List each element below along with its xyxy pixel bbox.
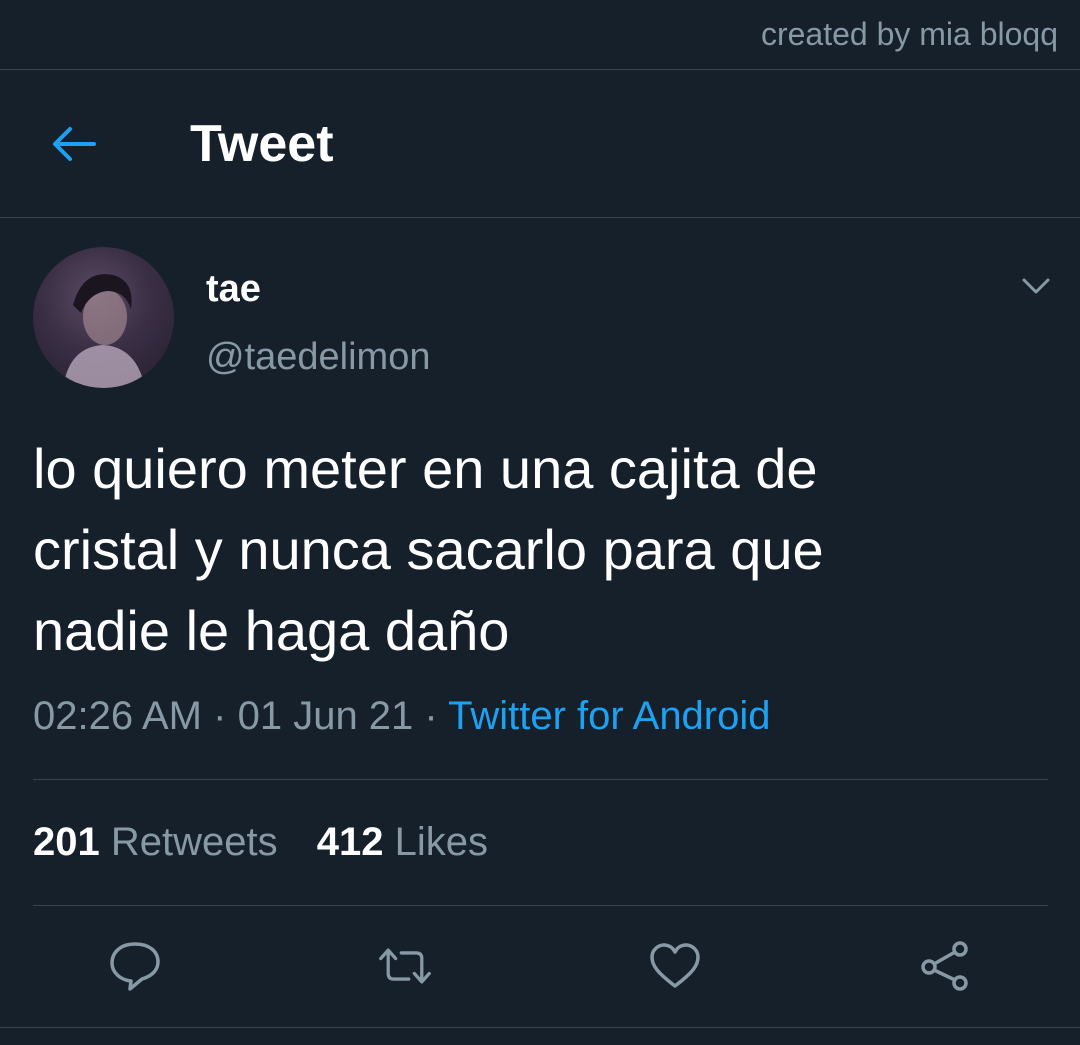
retweets-count: 201 bbox=[33, 820, 100, 864]
arrow-left-icon bbox=[53, 127, 96, 161]
retweet-icon bbox=[379, 948, 431, 984]
divider bbox=[33, 779, 1048, 780]
like-button[interactable] bbox=[647, 938, 703, 994]
author-name[interactable]: tae bbox=[206, 268, 261, 311]
author-handle[interactable]: @taedelimon bbox=[206, 336, 430, 379]
share-button[interactable] bbox=[917, 938, 973, 994]
chevron-down-icon bbox=[1022, 278, 1050, 294]
avatar[interactable] bbox=[33, 247, 174, 388]
retweets-label: Retweets bbox=[110, 820, 278, 864]
likes-count: 412 bbox=[316, 820, 384, 864]
more-options-button[interactable] bbox=[1014, 268, 1058, 304]
meta-separator: · bbox=[424, 694, 438, 738]
tweet-date: 01 Jun 21 bbox=[237, 694, 414, 738]
retweet-button[interactable] bbox=[377, 938, 433, 994]
like-icon bbox=[650, 943, 700, 988]
divider bbox=[0, 1027, 1080, 1028]
watermark-bar: created by mia bloqq bbox=[0, 0, 1080, 70]
tweet-stats: 201 Retweets 412 Likes bbox=[33, 820, 516, 865]
page-title: Tweet bbox=[190, 115, 334, 173]
likes-label: Likes bbox=[394, 820, 489, 864]
back-button[interactable] bbox=[46, 116, 102, 172]
tweet-time: 02:26 AM bbox=[33, 694, 203, 738]
watermark: created by mia bloqq bbox=[760, 16, 1058, 52]
reply-button[interactable] bbox=[107, 938, 163, 994]
divider bbox=[33, 905, 1048, 906]
tweet-source-link[interactable]: Twitter for Android bbox=[448, 694, 770, 738]
avatar-image bbox=[63, 274, 145, 388]
likes-stat[interactable]: 412 Likes bbox=[317, 820, 488, 865]
meta-separator: · bbox=[213, 694, 227, 738]
retweets-stat[interactable]: 201 Retweets bbox=[33, 820, 278, 865]
tweet-meta: 02:26 AM · 01 Jun 21 · Twitter for Andro… bbox=[33, 694, 771, 739]
top-bar: Tweet bbox=[0, 70, 1080, 218]
share-icon bbox=[921, 941, 968, 991]
reply-icon bbox=[110, 942, 160, 991]
tweet-text: lo quiero meter en una cajita de cristal… bbox=[33, 437, 824, 662]
